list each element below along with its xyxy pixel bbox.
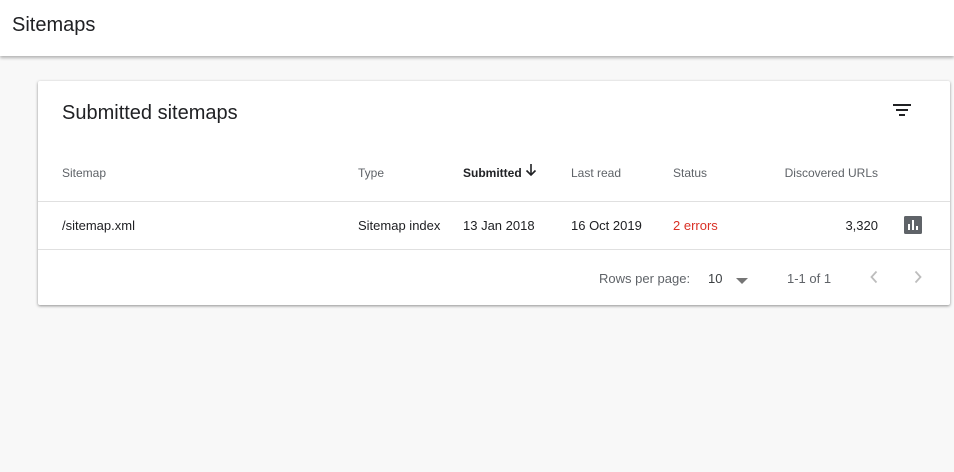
bar-chart-icon: [904, 216, 922, 234]
cell-submitted: 13 Jan 2018: [463, 218, 535, 233]
card-title: Submitted sitemaps: [62, 102, 238, 124]
submitted-sitemaps-card: Submitted sitemaps Sitemap Type Submitte…: [38, 81, 950, 305]
cell-discovered-urls: 3,320: [845, 218, 878, 233]
column-header-discovered-urls[interactable]: Discovered URLs: [738, 166, 878, 180]
column-header-submitted[interactable]: Submitted: [463, 166, 522, 180]
next-page-button[interactable]: [908, 267, 928, 287]
column-header-status[interactable]: Status: [673, 166, 707, 180]
cell-last-read: 16 Oct 2019: [571, 218, 642, 233]
column-header-type[interactable]: Type: [358, 166, 384, 180]
arrow-down-icon[interactable]: [524, 163, 538, 177]
cell-sitemap: /sitemap.xml: [62, 218, 135, 233]
cell-type: Sitemap index: [358, 218, 441, 233]
dropdown-arrow-icon: [736, 278, 748, 284]
cell-status: 2 errors: [673, 218, 718, 233]
rows-per-page-select[interactable]: 10: [706, 267, 754, 289]
pagination-range: 1-1 of 1: [787, 271, 832, 286]
rows-per-page-value: 10: [708, 271, 723, 286]
previous-page-button[interactable]: [864, 267, 884, 287]
column-header-last-read[interactable]: Last read: [571, 166, 621, 180]
column-header-sitemap[interactable]: Sitemap: [62, 166, 106, 180]
view-report-button[interactable]: [904, 216, 922, 234]
row-divider: [38, 249, 950, 250]
chevron-right-icon: [914, 270, 922, 284]
top-app-bar: Sitemaps: [0, 0, 954, 56]
filter-button[interactable]: [888, 97, 916, 125]
rows-per-page-label: Rows per page:: [599, 271, 691, 286]
filter-list-icon: [893, 104, 911, 116]
header-divider: [38, 201, 950, 202]
chevron-left-icon: [870, 270, 878, 284]
page-title: Sitemaps: [12, 14, 96, 36]
